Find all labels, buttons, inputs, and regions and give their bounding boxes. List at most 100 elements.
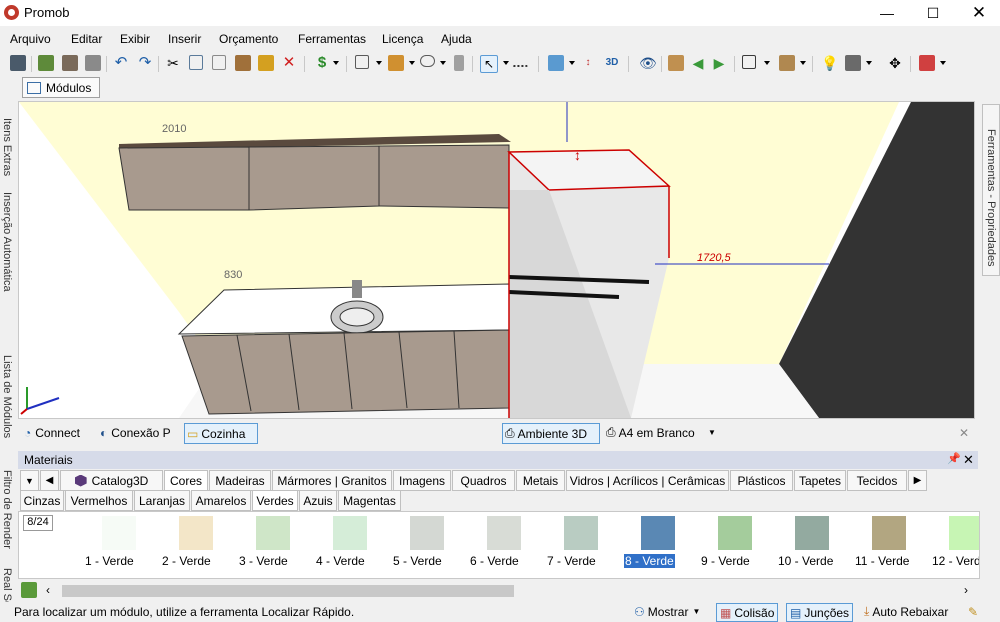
- delete-icon[interactable]: ✕: [281, 55, 297, 71]
- tab-quadros[interactable]: Quadros: [452, 470, 515, 491]
- color-swatch[interactable]: [872, 516, 906, 550]
- tab-metais[interactable]: Metais: [516, 470, 565, 491]
- subtab-vermelhos[interactable]: Vermelhos: [65, 490, 133, 511]
- minimize-button[interactable]: —: [864, 0, 910, 26]
- auto-rebaixar-toggle[interactable]: ⤓ Auto Rebaixar: [864, 603, 948, 620]
- connect-button[interactable]: ◔ Connect: [24, 423, 80, 442]
- subtab-verdes[interactable]: Verdes: [252, 490, 298, 511]
- swatch-label[interactable]: 11 - Verde: [855, 554, 909, 568]
- tab-dropdown-icon[interactable]: ▼: [20, 470, 39, 491]
- subtab-cinzas[interactable]: Cinzas: [20, 490, 64, 511]
- swatch-label[interactable]: 12 - Verde: [932, 554, 979, 568]
- tab-catalog3d[interactable]: Catalog3D: [60, 470, 163, 491]
- measure-icon[interactable]: [512, 55, 528, 67]
- color-swatch[interactable]: [641, 516, 675, 550]
- swatch-label[interactable]: 9 - Verde: [701, 554, 750, 568]
- color-swatch[interactable]: [179, 516, 213, 550]
- swatch-label[interactable]: 5 - Verde: [393, 554, 442, 568]
- select-cursor-icon[interactable]: ↖: [480, 55, 498, 73]
- tab-imagens[interactable]: Imagens: [393, 470, 451, 491]
- menu-editar[interactable]: Editar: [71, 32, 102, 46]
- layers-icon[interactable]: [548, 55, 564, 71]
- horizontal-scrollbar-thumb[interactable]: [62, 585, 514, 597]
- mostrar-button[interactable]: ⚇ Mostrar ▼: [634, 603, 700, 620]
- photo-camera-icon[interactable]: [845, 55, 861, 71]
- color-palette-icon[interactable]: [919, 55, 935, 71]
- panel-ferramentas-propriedades[interactable]: Ferramentas - Propriedades: [985, 129, 997, 267]
- menu-ferramentas[interactable]: Ferramentas: [298, 32, 366, 46]
- menu-orcamento[interactable]: Orçamento: [219, 32, 278, 46]
- swatch-label[interactable]: 7 - Verde: [547, 554, 596, 568]
- close-panel-icon[interactable]: ✕: [963, 452, 974, 468]
- tab-modulos[interactable]: Módulos: [22, 77, 100, 98]
- print-icon[interactable]: [85, 55, 101, 71]
- scroll-right-icon[interactable]: ›: [964, 583, 968, 597]
- tab-tapetes[interactable]: Tapetes: [794, 470, 846, 491]
- resize-handle-icon[interactable]: ↕: [574, 147, 581, 163]
- color-swatch[interactable]: [795, 516, 829, 550]
- tools-icon[interactable]: ✎: [968, 603, 978, 620]
- swatch-label[interactable]: 1 - Verde: [85, 554, 134, 568]
- color-swatch[interactable]: [718, 516, 752, 550]
- align-icon[interactable]: [388, 55, 404, 71]
- move-icon[interactable]: ✥: [887, 55, 903, 71]
- panel-filtro-de-render[interactable]: Filtro de Render: [1, 470, 13, 549]
- wall-icon[interactable]: [454, 55, 464, 71]
- tab-marmores-granitos[interactable]: Mármores | Granitos: [272, 470, 392, 491]
- maximize-button[interactable]: ☐: [910, 0, 956, 26]
- subtab-laranjas[interactable]: Laranjas: [134, 490, 190, 511]
- tab-a4-em-branco[interactable]: ⎙ A4 em Branco: [606, 423, 695, 442]
- swatch-label[interactable]: 8 - Verde: [624, 554, 675, 568]
- view-icon[interactable]: [742, 55, 756, 69]
- subtab-magentas[interactable]: Magentas: [338, 490, 401, 511]
- tab-vidros-acrilicos-ceramicas[interactable]: Vidros | Acrílicos | Cerâmicas: [566, 470, 729, 491]
- 3d-viewport[interactable]: 2010 830 1720,5 ↕: [18, 101, 975, 419]
- color-swatch[interactable]: [949, 516, 979, 550]
- colisao-toggle[interactable]: ▦ Colisão: [716, 603, 779, 622]
- dimension-icon[interactable]: ↕: [580, 55, 596, 71]
- subtab-azuis[interactable]: Azuis: [299, 490, 337, 511]
- tab-ambiente-3d[interactable]: ⎙ Ambiente 3D: [502, 423, 600, 444]
- menu-licenca[interactable]: Licença: [382, 32, 423, 46]
- refresh-icon[interactable]: [21, 582, 37, 598]
- cut-icon[interactable]: ✂: [165, 55, 181, 71]
- right-panel-tab[interactable]: Ferramentas - Propriedades: [982, 104, 1000, 276]
- budget-icon[interactable]: $: [314, 55, 330, 71]
- eye-icon[interactable]: 👁: [639, 55, 657, 71]
- pin-icon[interactable]: 📌: [947, 452, 961, 465]
- tab-madeiras[interactable]: Madeiras: [209, 470, 271, 491]
- color-swatch[interactable]: [410, 516, 444, 550]
- menu-exibir[interactable]: Exibir: [120, 32, 150, 46]
- save-icon[interactable]: [10, 55, 26, 71]
- swatch-label[interactable]: 10 - Verde: [778, 554, 833, 568]
- tab-scroll-left-icon[interactable]: ◀: [40, 470, 59, 491]
- group-icon[interactable]: [355, 55, 369, 69]
- rotate-icon[interactable]: [668, 55, 684, 71]
- paste-icon[interactable]: [212, 55, 226, 70]
- color-swatch[interactable]: [564, 516, 598, 550]
- arrow-right-icon[interactable]: ▶: [711, 55, 727, 71]
- close-button[interactable]: ✕: [956, 0, 1000, 26]
- tab-cores[interactable]: Cores: [164, 470, 208, 491]
- scroll-left-icon[interactable]: ‹: [46, 583, 50, 597]
- swatch-label[interactable]: 4 - Verde: [316, 554, 365, 568]
- color-swatch[interactable]: [487, 516, 521, 550]
- tab-tecidos[interactable]: Tecidos: [847, 470, 907, 491]
- render-icon[interactable]: [38, 55, 54, 71]
- view-3d-icon[interactable]: 3D: [604, 55, 620, 71]
- light-icon[interactable]: 💡: [821, 55, 838, 71]
- copy-icon[interactable]: [189, 55, 203, 70]
- shape-icon[interactable]: [420, 55, 435, 67]
- redo-icon[interactable]: ↷: [137, 55, 153, 71]
- color-swatch[interactable]: [333, 516, 367, 550]
- arrow-left-icon[interactable]: ◀: [690, 55, 706, 71]
- subtab-amarelos[interactable]: Amarelos: [191, 490, 251, 511]
- paint-roller-icon[interactable]: [258, 55, 274, 71]
- hammer-icon[interactable]: [235, 55, 251, 71]
- swatch-label[interactable]: 2 - Verde: [162, 554, 211, 568]
- swatch-label[interactable]: 6 - Verde: [470, 554, 519, 568]
- panel-itens-extras[interactable]: Itens Extras: [1, 118, 13, 176]
- tab-scroll-right-icon[interactable]: ▶: [908, 470, 927, 491]
- tab-plasticos[interactable]: Plásticos: [730, 470, 793, 491]
- menu-ajuda[interactable]: Ajuda: [441, 32, 472, 46]
